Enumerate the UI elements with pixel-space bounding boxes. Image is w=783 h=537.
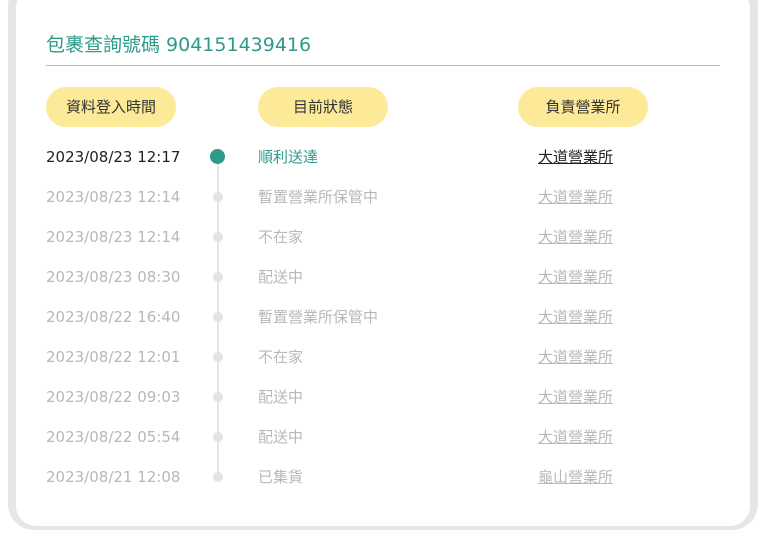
record-status: 暫置營業所保管中 — [258, 188, 379, 206]
record-time: 2023/08/22 16:40 — [46, 308, 181, 326]
timeline-dot — [213, 432, 223, 442]
timeline-dot — [213, 472, 223, 482]
record-time: 2023/08/23 08:30 — [46, 268, 181, 286]
timeline-dot — [213, 192, 223, 202]
column-header-time: 資料登入時間 — [46, 87, 176, 127]
timeline-dot — [213, 232, 223, 242]
record-status: 配送中 — [258, 388, 304, 406]
tracking-row: 2023/08/22 16:40 暫置營業所保管中 大道營業所 — [0, 306, 783, 346]
record-office-link[interactable]: 大道營業所 — [538, 386, 613, 408]
record-status: 已集貨 — [258, 468, 304, 486]
record-office-link[interactable]: 大道營業所 — [538, 146, 613, 168]
record-status: 不在家 — [258, 348, 304, 366]
column-header-office: 負責營業所 — [518, 87, 648, 127]
title-divider — [46, 65, 720, 66]
record-time: 2023/08/22 12:01 — [46, 348, 181, 366]
record-status: 配送中 — [258, 268, 304, 286]
record-office-link[interactable]: 大道營業所 — [538, 266, 613, 288]
record-office-link[interactable]: 大道營業所 — [538, 226, 613, 248]
record-time: 2023/08/22 09:03 — [46, 388, 181, 406]
record-office-link[interactable]: 大道營業所 — [538, 306, 613, 328]
timeline-dot — [213, 352, 223, 362]
record-status: 順利送達 — [258, 148, 319, 166]
tracking-row: 2023/08/23 12:14 不在家 大道營業所 — [0, 226, 783, 266]
tracking-row: 2023/08/22 05:54 配送中 大道營業所 — [0, 426, 783, 466]
timeline-dot — [213, 272, 223, 282]
record-office-link[interactable]: 龜山營業所 — [538, 466, 613, 488]
record-time: 2023/08/23 12:14 — [46, 228, 181, 246]
record-time: 2023/08/23 12:17 — [46, 148, 181, 166]
record-time: 2023/08/21 12:08 — [46, 468, 181, 486]
record-status: 配送中 — [258, 428, 304, 446]
timeline-dot — [213, 392, 223, 402]
tracking-row: 2023/08/22 09:03 配送中 大道營業所 — [0, 386, 783, 426]
record-office-link[interactable]: 大道營業所 — [538, 426, 613, 448]
record-time: 2023/08/22 05:54 — [46, 428, 181, 446]
record-status: 暫置營業所保管中 — [258, 308, 379, 326]
tracking-row: 2023/08/23 12:14 暫置營業所保管中 大道營業所 — [0, 186, 783, 226]
tracking-number-title: 包裹查詢號碼 904151439416 — [46, 34, 312, 56]
timeline-dot-current — [210, 149, 225, 164]
tracking-row: 2023/08/23 12:17 順利送達 大道營業所 — [0, 146, 783, 186]
column-header-status: 目前狀態 — [258, 87, 388, 127]
timeline-dot — [213, 312, 223, 322]
tracking-row: 2023/08/23 08:30 配送中 大道營業所 — [0, 266, 783, 306]
record-status: 不在家 — [258, 228, 304, 246]
record-time: 2023/08/23 12:14 — [46, 188, 181, 206]
tracking-row: 2023/08/22 12:01 不在家 大道營業所 — [0, 346, 783, 386]
record-office-link[interactable]: 大道營業所 — [538, 186, 613, 208]
tracking-row: 2023/08/21 12:08 已集貨 龜山營業所 — [0, 466, 783, 506]
record-office-link[interactable]: 大道營業所 — [538, 346, 613, 368]
